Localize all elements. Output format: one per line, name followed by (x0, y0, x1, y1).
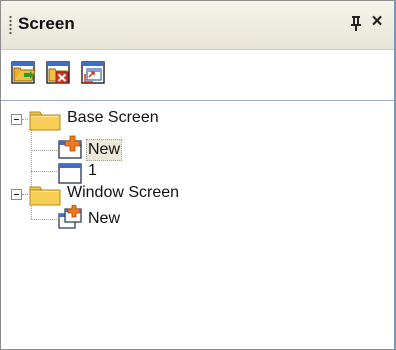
tree-connector-line (22, 119, 28, 120)
delete-screen-button[interactable] (46, 60, 72, 86)
folder-icon (29, 186, 61, 206)
pin-icon (351, 16, 361, 31)
open-screen-button[interactable] (11, 60, 37, 86)
screen-tree[interactable]: Base Screen New 1 Window Screen New (1, 101, 394, 349)
tree-connector-line (31, 171, 57, 172)
tree-connector-line (22, 194, 28, 195)
tree-node-window-screen[interactable]: Window Screen (65, 183, 181, 203)
close-button[interactable]: × (369, 12, 385, 32)
screen-properties-icon (81, 61, 105, 84)
window-screen-collapse-toggle[interactable] (11, 189, 22, 200)
screen-toolbar (1, 50, 394, 101)
base-screen-collapse-toggle[interactable] (11, 114, 22, 125)
new-screen-icon (58, 135, 82, 159)
tree-connector-line (31, 150, 57, 151)
panel-titlebar[interactable]: Screen × (1, 1, 394, 50)
tree-node-window-new[interactable]: New (86, 209, 122, 229)
delete-screen-icon (46, 61, 70, 84)
screen-panel: Screen × Base Screen New 1 Window Screen… (0, 0, 396, 350)
grip-icon[interactable] (9, 15, 12, 35)
open-screen-icon (11, 61, 36, 84)
tree-node-base-1[interactable]: 1 (86, 161, 99, 181)
screen-window-icon (58, 163, 82, 184)
tree-node-base-new[interactable]: New (86, 139, 123, 161)
tree-node-base-screen[interactable]: Base Screen (65, 108, 161, 128)
pin-button[interactable] (349, 13, 363, 33)
tree-connector-line (31, 219, 57, 220)
folder-icon (29, 111, 61, 131)
screen-properties-button[interactable] (81, 60, 107, 86)
panel-title: Screen (18, 14, 75, 33)
new-window-screen-icon (58, 205, 82, 229)
